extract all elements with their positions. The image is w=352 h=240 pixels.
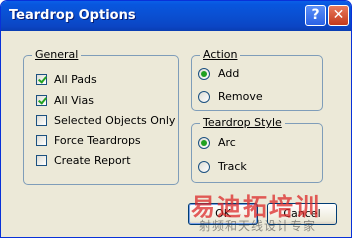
checkbox-all-vias[interactable]: All Vias	[36, 94, 94, 107]
title-bar[interactable]: Teardrop Options ? ✕	[1, 1, 351, 31]
add-label: Add	[218, 67, 240, 80]
add-radio[interactable]	[198, 67, 210, 80]
close-icon: ✕	[332, 7, 345, 23]
watermark-tagline: 射频和天线设计专家	[199, 219, 317, 233]
selected-objects-only-label: Selected Objects Only	[54, 114, 176, 127]
close-button[interactable]: ✕	[328, 5, 349, 26]
checkbox-selected-objects-only[interactable]: Selected Objects Only	[36, 114, 175, 127]
checkbox-all-pads[interactable]: All Pads	[36, 73, 97, 86]
action-group: Action Add Remove	[191, 48, 323, 111]
dialog-window: Teardrop Options ? ✕ General All Pads Al…	[0, 0, 352, 238]
selected-objects-only-checkbox[interactable]	[36, 115, 47, 126]
action-legend: Action	[200, 48, 241, 61]
all-pads-label: All Pads	[54, 73, 97, 86]
checkbox-force-teardrops[interactable]: Force Teardrops	[36, 134, 141, 147]
teardrop-style-legend: Teardrop Style	[200, 116, 285, 129]
help-button[interactable]: ?	[305, 5, 326, 26]
arc-radio[interactable]	[198, 136, 210, 149]
remove-label: Remove	[218, 90, 263, 103]
help-icon: ?	[311, 7, 320, 23]
radio-remove[interactable]: Remove	[198, 90, 263, 103]
teardrop-style-group: Teardrop Style Arc Track	[191, 116, 323, 183]
force-teardrops-checkbox[interactable]	[36, 135, 47, 146]
all-vias-checkbox[interactable]	[36, 95, 47, 106]
all-vias-label: All Vias	[54, 94, 94, 107]
remove-radio[interactable]	[198, 90, 210, 103]
radio-track[interactable]: Track	[198, 160, 247, 173]
general-legend: General	[32, 48, 82, 61]
all-pads-checkbox[interactable]	[36, 74, 47, 85]
radio-arc[interactable]: Arc	[198, 136, 236, 149]
arc-label: Arc	[218, 136, 236, 149]
window-title: Teardrop Options	[9, 8, 136, 23]
checkbox-create-report[interactable]: Create Report	[36, 154, 131, 167]
general-group: General All Pads All Vias Selected Objec…	[23, 48, 179, 185]
track-label: Track	[218, 160, 247, 173]
create-report-checkbox[interactable]	[36, 155, 47, 166]
create-report-label: Create Report	[54, 154, 131, 167]
radio-add[interactable]: Add	[198, 67, 239, 80]
track-radio[interactable]	[198, 160, 210, 173]
force-teardrops-label: Force Teardrops	[54, 134, 141, 147]
